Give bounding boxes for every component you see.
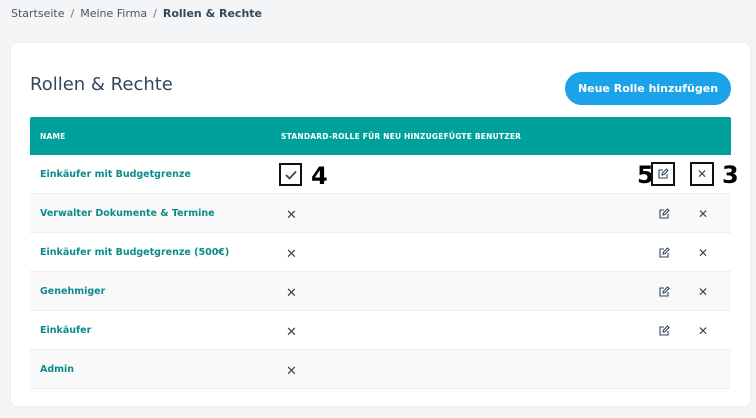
breadcrumb-separator: /: [70, 7, 75, 20]
role-name-link[interactable]: Einkäufer mit Budgetgrenze (500€): [30, 247, 281, 258]
annotation-label-3: 3: [722, 161, 739, 189]
default-role-toggle[interactable]: [279, 163, 302, 186]
table-row: Genehmiger ✕ ✕: [30, 272, 731, 311]
default-role-cell: ✕: [281, 360, 311, 379]
column-header-default-role: STANDARD-ROLLE FÜR NEU HINZUGEFÜGTE BENU…: [281, 131, 522, 141]
breadcrumb-home[interactable]: Startseite: [11, 7, 65, 20]
table-body: Einkäufer mit Budgetgrenze 4 5 ✕ 3 Verwa…: [30, 155, 739, 389]
edit-icon: [658, 168, 669, 179]
not-default-icon[interactable]: ✕: [286, 325, 297, 340]
edit-role-button[interactable]: [656, 206, 672, 222]
delete-role-button[interactable]: ✕: [690, 162, 714, 186]
breadcrumb-company[interactable]: Meine Firma: [80, 7, 147, 20]
close-icon: ✕: [697, 324, 709, 338]
table-row: Verwalter Dokumente & Termine ✕ ✕: [30, 194, 731, 233]
default-role-cell: ✕: [281, 204, 311, 223]
delete-role-button[interactable]: ✕: [695, 284, 711, 300]
roles-card: Rollen & Rechte Neue Rolle hinzufügen NA…: [11, 43, 750, 406]
table-row: Einkäufer mit Budgetgrenze (500€) ✕ ✕: [30, 233, 731, 272]
page-title: Rollen & Rechte: [30, 74, 173, 95]
not-default-icon[interactable]: ✕: [286, 364, 297, 379]
close-icon: ✕: [697, 207, 709, 221]
edit-role-button[interactable]: [651, 162, 675, 186]
breadcrumb-separator: /: [153, 7, 157, 20]
check-icon: [284, 170, 297, 180]
delete-role-button[interactable]: ✕: [695, 206, 711, 222]
default-role-cell: ✕: [281, 282, 311, 301]
role-name-link[interactable]: Admin: [30, 364, 281, 375]
edit-icon: [659, 247, 670, 258]
edit-icon: [659, 208, 670, 219]
not-default-icon[interactable]: ✕: [286, 247, 297, 262]
default-role-cell: ✕: [281, 243, 311, 262]
close-icon: ✕: [696, 167, 708, 181]
annotation-label-4: 4: [311, 162, 328, 190]
delete-role-button[interactable]: ✕: [695, 245, 711, 261]
breadcrumb: Startseite / Meine Firma / Rollen & Rech…: [11, 7, 262, 20]
role-name-link[interactable]: Einkäufer mit Budgetgrenze: [30, 169, 281, 180]
role-name-link[interactable]: Einkäufer: [30, 325, 281, 336]
default-role-cell: ✕: [281, 321, 311, 340]
breadcrumb-current: Rollen & Rechte: [162, 7, 262, 20]
edit-role-button[interactable]: [656, 284, 672, 300]
not-default-icon[interactable]: ✕: [286, 286, 297, 301]
edit-icon: [659, 325, 670, 336]
table-header: NAME STANDARD-ROLLE FÜR NEU HINZUGEFÜGTE…: [30, 117, 731, 155]
table-row: Einkäufer ✕ ✕: [30, 311, 731, 350]
table-row: Einkäufer mit Budgetgrenze 4 5 ✕ 3: [30, 155, 739, 194]
edit-role-button[interactable]: [656, 245, 672, 261]
close-icon: ✕: [697, 246, 709, 260]
roles-table: NAME STANDARD-ROLLE FÜR NEU HINZUGEFÜGTE…: [30, 117, 739, 389]
delete-role-button[interactable]: ✕: [695, 323, 711, 339]
edit-icon: [659, 286, 670, 297]
edit-role-button[interactable]: [656, 323, 672, 339]
add-role-button[interactable]: Neue Rolle hinzufügen: [565, 72, 731, 105]
close-icon: ✕: [697, 285, 709, 299]
table-row: Admin ✕: [30, 350, 731, 389]
role-name-link[interactable]: Genehmiger: [30, 286, 281, 297]
role-name-link[interactable]: Verwalter Dokumente & Termine: [30, 208, 281, 219]
column-header-name: NAME: [40, 131, 66, 141]
not-default-icon[interactable]: ✕: [286, 208, 297, 223]
